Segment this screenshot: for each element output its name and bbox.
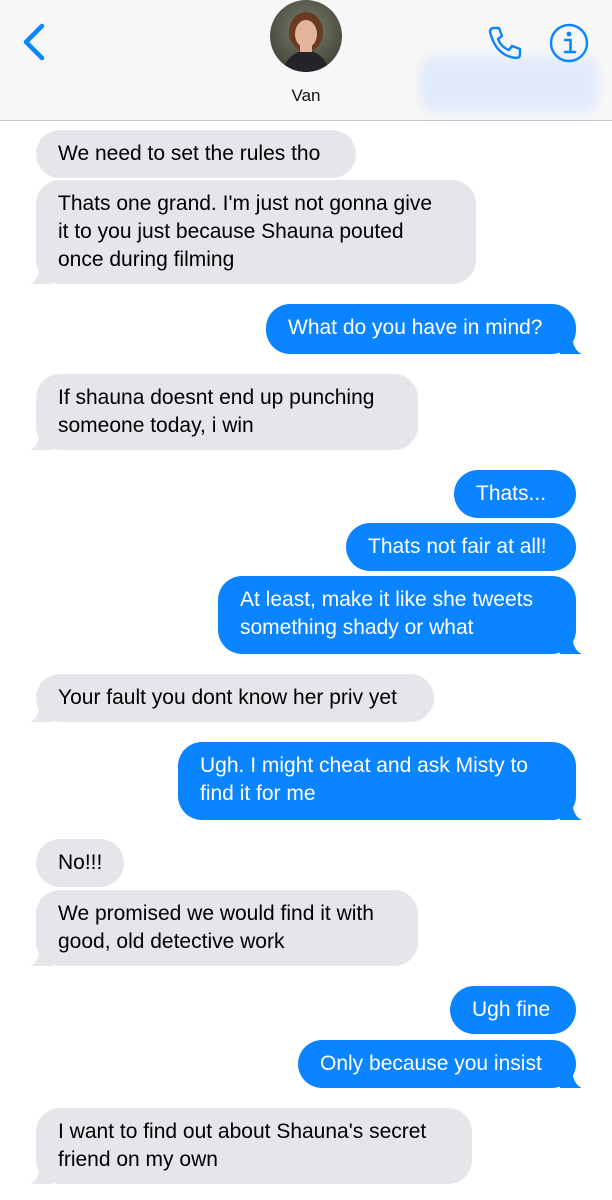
- sent-message[interactable]: Thats...: [454, 470, 576, 518]
- chevron-left-icon: [23, 23, 45, 61]
- message-line: Ugh fine: [472, 998, 551, 1021]
- received-message[interactable]: I want to find out about Shauna's secret…: [30, 1108, 472, 1184]
- sent-message[interactable]: What do you have in mind?: [266, 304, 582, 354]
- message-line: If shauna doesnt end up punching: [58, 386, 375, 409]
- back-button[interactable]: [14, 16, 58, 66]
- message-line: At least, make it like she tweets: [240, 588, 533, 611]
- message-line: We need to set the rules tho: [58, 142, 321, 165]
- sent-message[interactable]: Ugh. I might cheat and ask Misty to find…: [178, 742, 582, 820]
- message-line: friend on my own: [58, 1148, 218, 1171]
- message-line: I want to find out about Shauna's secret: [58, 1120, 427, 1143]
- message-line: What do you have in mind?: [288, 316, 543, 339]
- message-line: someone today, i win: [58, 414, 254, 437]
- sent-message[interactable]: Only because you insist: [298, 1040, 582, 1088]
- avatar-photo: [270, 0, 342, 72]
- info-icon: [549, 23, 589, 63]
- message-line: No!!!: [58, 851, 103, 874]
- bubble-tail: [30, 944, 52, 966]
- bubble-tail: [560, 332, 582, 354]
- sent-message[interactable]: Thats not fair at all!: [346, 523, 576, 571]
- message-line: Ugh. I might cheat and ask Misty to: [200, 754, 528, 777]
- message-line: Only because you insist: [320, 1052, 542, 1075]
- contact-avatar[interactable]: [270, 0, 342, 72]
- received-message[interactable]: Thats one grand. I'm just not gonna give…: [30, 180, 476, 284]
- message-line: once during filming: [58, 248, 235, 271]
- message-line: Thats one grand. I'm just not gonna give: [58, 192, 433, 215]
- message-line: We promised we would find it with: [58, 902, 374, 925]
- phone-icon: [488, 26, 522, 60]
- info-button[interactable]: [546, 20, 592, 66]
- bubble-tail: [560, 798, 582, 820]
- bubble-tail: [30, 428, 52, 450]
- received-message[interactable]: We promised we would find it with good, …: [30, 890, 418, 966]
- message-line: it to you just because Shauna pouted: [58, 220, 404, 243]
- received-message[interactable]: No!!!: [36, 839, 124, 887]
- message-line: Your fault you dont know her priv yet: [58, 686, 397, 709]
- bubble-tail: [30, 1162, 52, 1184]
- header-divider: [0, 120, 612, 121]
- bubble-tail: [560, 1066, 582, 1088]
- bubble-tail: [560, 632, 582, 654]
- message-line: find it for me: [200, 782, 316, 805]
- message-line: Thats...: [476, 482, 547, 505]
- message-line: Thats not fair at all!: [368, 535, 547, 558]
- received-message[interactable]: Your fault you dont know her priv yet: [30, 674, 434, 722]
- sent-message[interactable]: Ugh fine: [450, 986, 576, 1034]
- sent-message[interactable]: At least, make it like she tweets someth…: [218, 576, 582, 654]
- bubble-tail: [30, 262, 52, 284]
- call-button[interactable]: [482, 20, 528, 66]
- received-message[interactable]: We need to set the rules tho: [36, 130, 356, 178]
- bubble-tail: [30, 700, 52, 722]
- received-message[interactable]: If shauna doesnt end up punching someone…: [30, 374, 418, 450]
- contact-name[interactable]: Van: [0, 86, 612, 106]
- message-line: something shady or what: [240, 616, 474, 639]
- message-line: good, old detective work: [58, 930, 285, 953]
